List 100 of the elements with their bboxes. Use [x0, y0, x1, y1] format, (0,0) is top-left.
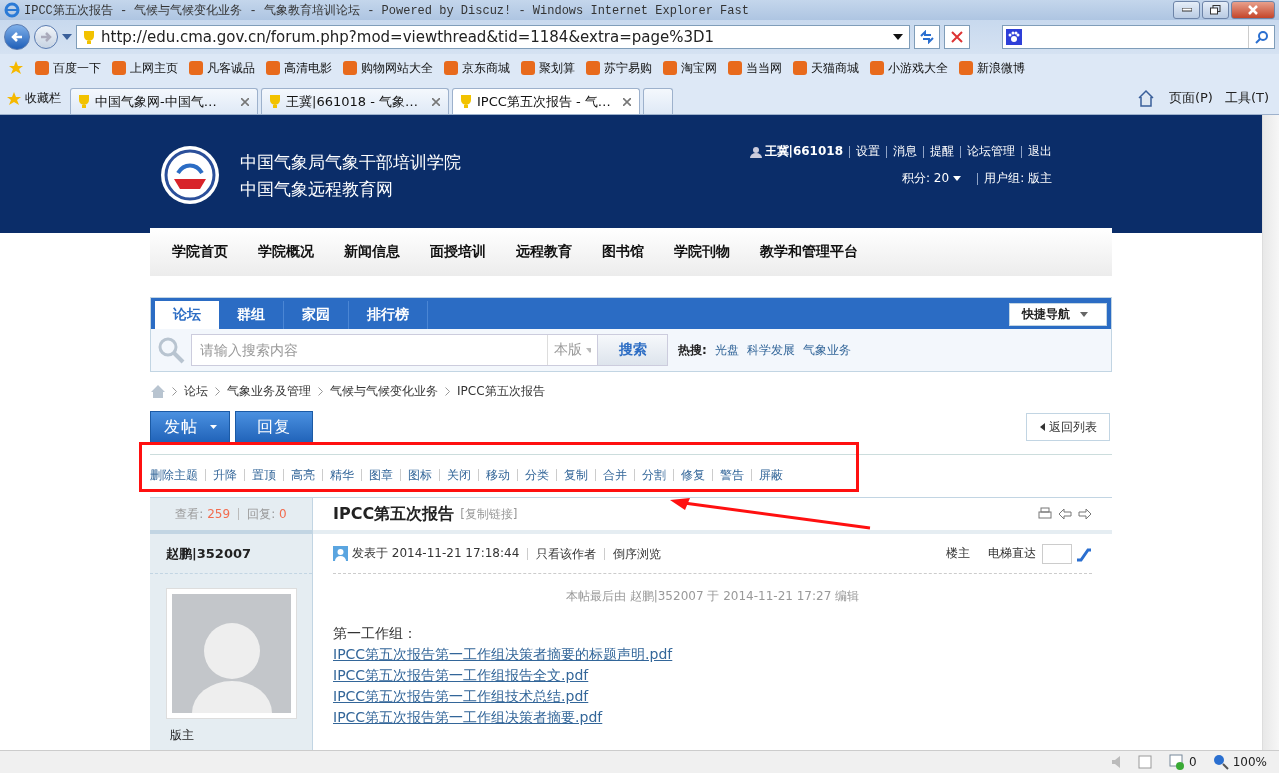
favorite-link[interactable]: 淘宝网 [663, 59, 717, 77]
forum-tab[interactable]: 论坛 [155, 301, 219, 329]
views-count: 查看: 259 [175, 505, 231, 523]
breadcrumb-link[interactable]: 气候与气候变化业务 [330, 382, 438, 400]
favorite-link[interactable]: 京东商城 [444, 59, 510, 77]
command-menu[interactable]: 页面(P) [1162, 89, 1219, 114]
hot-search-link[interactable]: 科学发展 [746, 341, 795, 359]
author-only-link[interactable]: 只看该作者 [527, 547, 597, 560]
browser-tab[interactable]: 中国气象网-中国气… [70, 88, 258, 114]
close-button[interactable] [1231, 1, 1275, 19]
reverse-order-link[interactable]: 倒序浏览 [604, 547, 662, 560]
search-button[interactable]: 搜索 [598, 334, 668, 366]
favorite-link[interactable]: 当当网 [728, 59, 782, 77]
print-icon [1038, 507, 1052, 521]
close-icon[interactable] [623, 97, 631, 106]
restore-button[interactable] [1202, 1, 1229, 19]
reply-button[interactable]: 回复 [235, 411, 313, 443]
paw-icon [1006, 29, 1022, 45]
nav-link[interactable]: 远程教育 [516, 243, 572, 261]
stop-button[interactable] [944, 25, 970, 49]
favorite-link[interactable]: 新浪微博 [959, 59, 1025, 77]
nav-link[interactable]: 新闻信息 [344, 243, 400, 261]
browser-tab[interactable]: IPCC第五次报告 - 气… [452, 88, 640, 114]
browser-logo-icon [4, 2, 20, 18]
hot-search-link[interactable]: 气象业务 [802, 341, 851, 359]
nav-link[interactable]: 学院概况 [258, 243, 314, 261]
user-name-link[interactable]: 王冀|661018 [764, 143, 843, 160]
breadcrumb-link[interactable]: 论坛 [184, 382, 208, 400]
favorite-link[interactable]: 天猫商城 [793, 59, 859, 77]
favorites-button[interactable]: 收藏栏 [4, 90, 67, 114]
user-menu-link[interactable]: 退出 [1028, 143, 1052, 160]
nav-link[interactable]: 面授培训 [430, 243, 486, 261]
favorite-link[interactable]: 百度一下 [35, 59, 101, 77]
moderation-link[interactable]: 精华 [322, 468, 361, 481]
chevron-icon [445, 386, 450, 396]
site-icon [112, 61, 126, 75]
quick-nav-button[interactable]: 快捷导航 [1009, 303, 1107, 326]
back-to-list-button[interactable]: 返回列表 [1026, 413, 1110, 441]
moderation-link[interactable]: 关闭 [439, 468, 478, 481]
moderation-link[interactable]: 分割 [634, 468, 673, 481]
credits-link[interactable]: 积分: 20 [902, 170, 950, 187]
moderation-link[interactable]: 合并 [595, 468, 634, 481]
moderation-link[interactable]: 删除主题 [150, 468, 205, 481]
nav-link[interactable]: 图书馆 [602, 243, 644, 261]
attachment-link[interactable]: IPCC第五次报告第一工作组决策者摘要的标题声明.pdf [333, 646, 1092, 664]
moderation-link[interactable]: 高亮 [283, 468, 322, 481]
browser-tab[interactable]: 王冀|661018 - 气象… [261, 88, 449, 114]
window-title: IPCC第五次报告 - 气候与气候变化业务 - 气象教育培训论坛 - Powered by Discuz! - Windows Internet Explorer Fast [24, 2, 750, 19]
favorite-link[interactable]: 苏宁易购 [586, 59, 652, 77]
moderation-link[interactable]: 图章 [361, 468, 400, 481]
site-icon [189, 61, 203, 75]
favorite-link[interactable]: 高清电影 [266, 59, 332, 77]
site-icon [586, 61, 600, 75]
moderation-link[interactable]: 屏蔽 [751, 468, 790, 481]
nav-link[interactable]: 学院首页 [172, 243, 228, 261]
close-icon[interactable] [432, 97, 440, 106]
user-menu-link[interactable]: 提醒 [930, 143, 954, 160]
search-field[interactable] [1002, 25, 1275, 49]
moderation-link[interactable]: 分类 [517, 468, 556, 481]
moderation-link[interactable]: 图标 [400, 468, 439, 481]
command-menu[interactable]: 工具(T) [1218, 89, 1275, 114]
favorite-link[interactable]: 小游戏大全 [870, 59, 948, 77]
site-icon [793, 61, 807, 75]
favorite-link[interactable]: 购物网站大全 [343, 59, 433, 77]
favorite-link[interactable]: 上网主页 [112, 59, 178, 77]
breadcrumb-link[interactable]: 气象业务及管理 [227, 382, 311, 400]
forward-button[interactable] [34, 25, 58, 49]
moderation-link[interactable]: 复制 [556, 468, 595, 481]
user-menu-link[interactable]: 论坛管理 [967, 143, 1015, 160]
user-menu-link[interactable]: 消息 [893, 143, 917, 160]
scrollbar[interactable] [1262, 115, 1279, 750]
refresh-button[interactable] [914, 25, 940, 49]
emblem-logo-icon [160, 145, 220, 205]
address-field[interactable]: http://edu.cma.gov.cn/forum.php?mod=viewthread&tid=1184&extra=page%3D1 [76, 25, 910, 49]
site-title: 中国气象远程教育网 [240, 178, 394, 201]
favorite-link[interactable]: 凡客诚品 [189, 59, 255, 77]
close-icon [1248, 5, 1258, 15]
new-post-button[interactable]: 发帖 [150, 411, 230, 443]
nav-link[interactable]: 教学和管理平台 [760, 243, 858, 261]
moderation-link[interactable]: 移动 [478, 468, 517, 481]
breadcrumb-link[interactable]: IPCC第五次报告 [457, 382, 545, 400]
attachment-link[interactable]: IPCC第五次报告第一工作组报告全文.pdf [333, 667, 1092, 685]
hot-search-link[interactable]: 光盘 [714, 341, 739, 359]
caret-icon [586, 347, 591, 353]
moderation-link[interactable]: 修复 [673, 468, 712, 481]
moderation-link[interactable]: 置顶 [244, 468, 283, 481]
triangle-left-icon [1039, 423, 1045, 431]
floor-input[interactable] [1042, 543, 1072, 564]
zoom-level[interactable]: 100% [1232, 755, 1267, 769]
attachment-link[interactable]: IPCC第五次报告第一工作组技术总结.pdf [333, 688, 1092, 706]
back-button[interactable] [4, 24, 30, 50]
page-icon [1137, 754, 1154, 770]
user-menu-link[interactable]: 设置 [856, 143, 880, 160]
close-icon[interactable] [241, 97, 249, 106]
nav-link[interactable]: 学院刊物 [674, 243, 730, 261]
favorite-link[interactable]: 聚划算 [521, 59, 575, 77]
floor-label: 楼主 [946, 545, 970, 562]
attachment-link[interactable]: IPCC第五次报告第一工作组决策者摘要.pdf [333, 709, 1092, 727]
moderation-link[interactable]: 升降 [205, 468, 244, 481]
moderation-link[interactable]: 警告 [712, 468, 751, 481]
